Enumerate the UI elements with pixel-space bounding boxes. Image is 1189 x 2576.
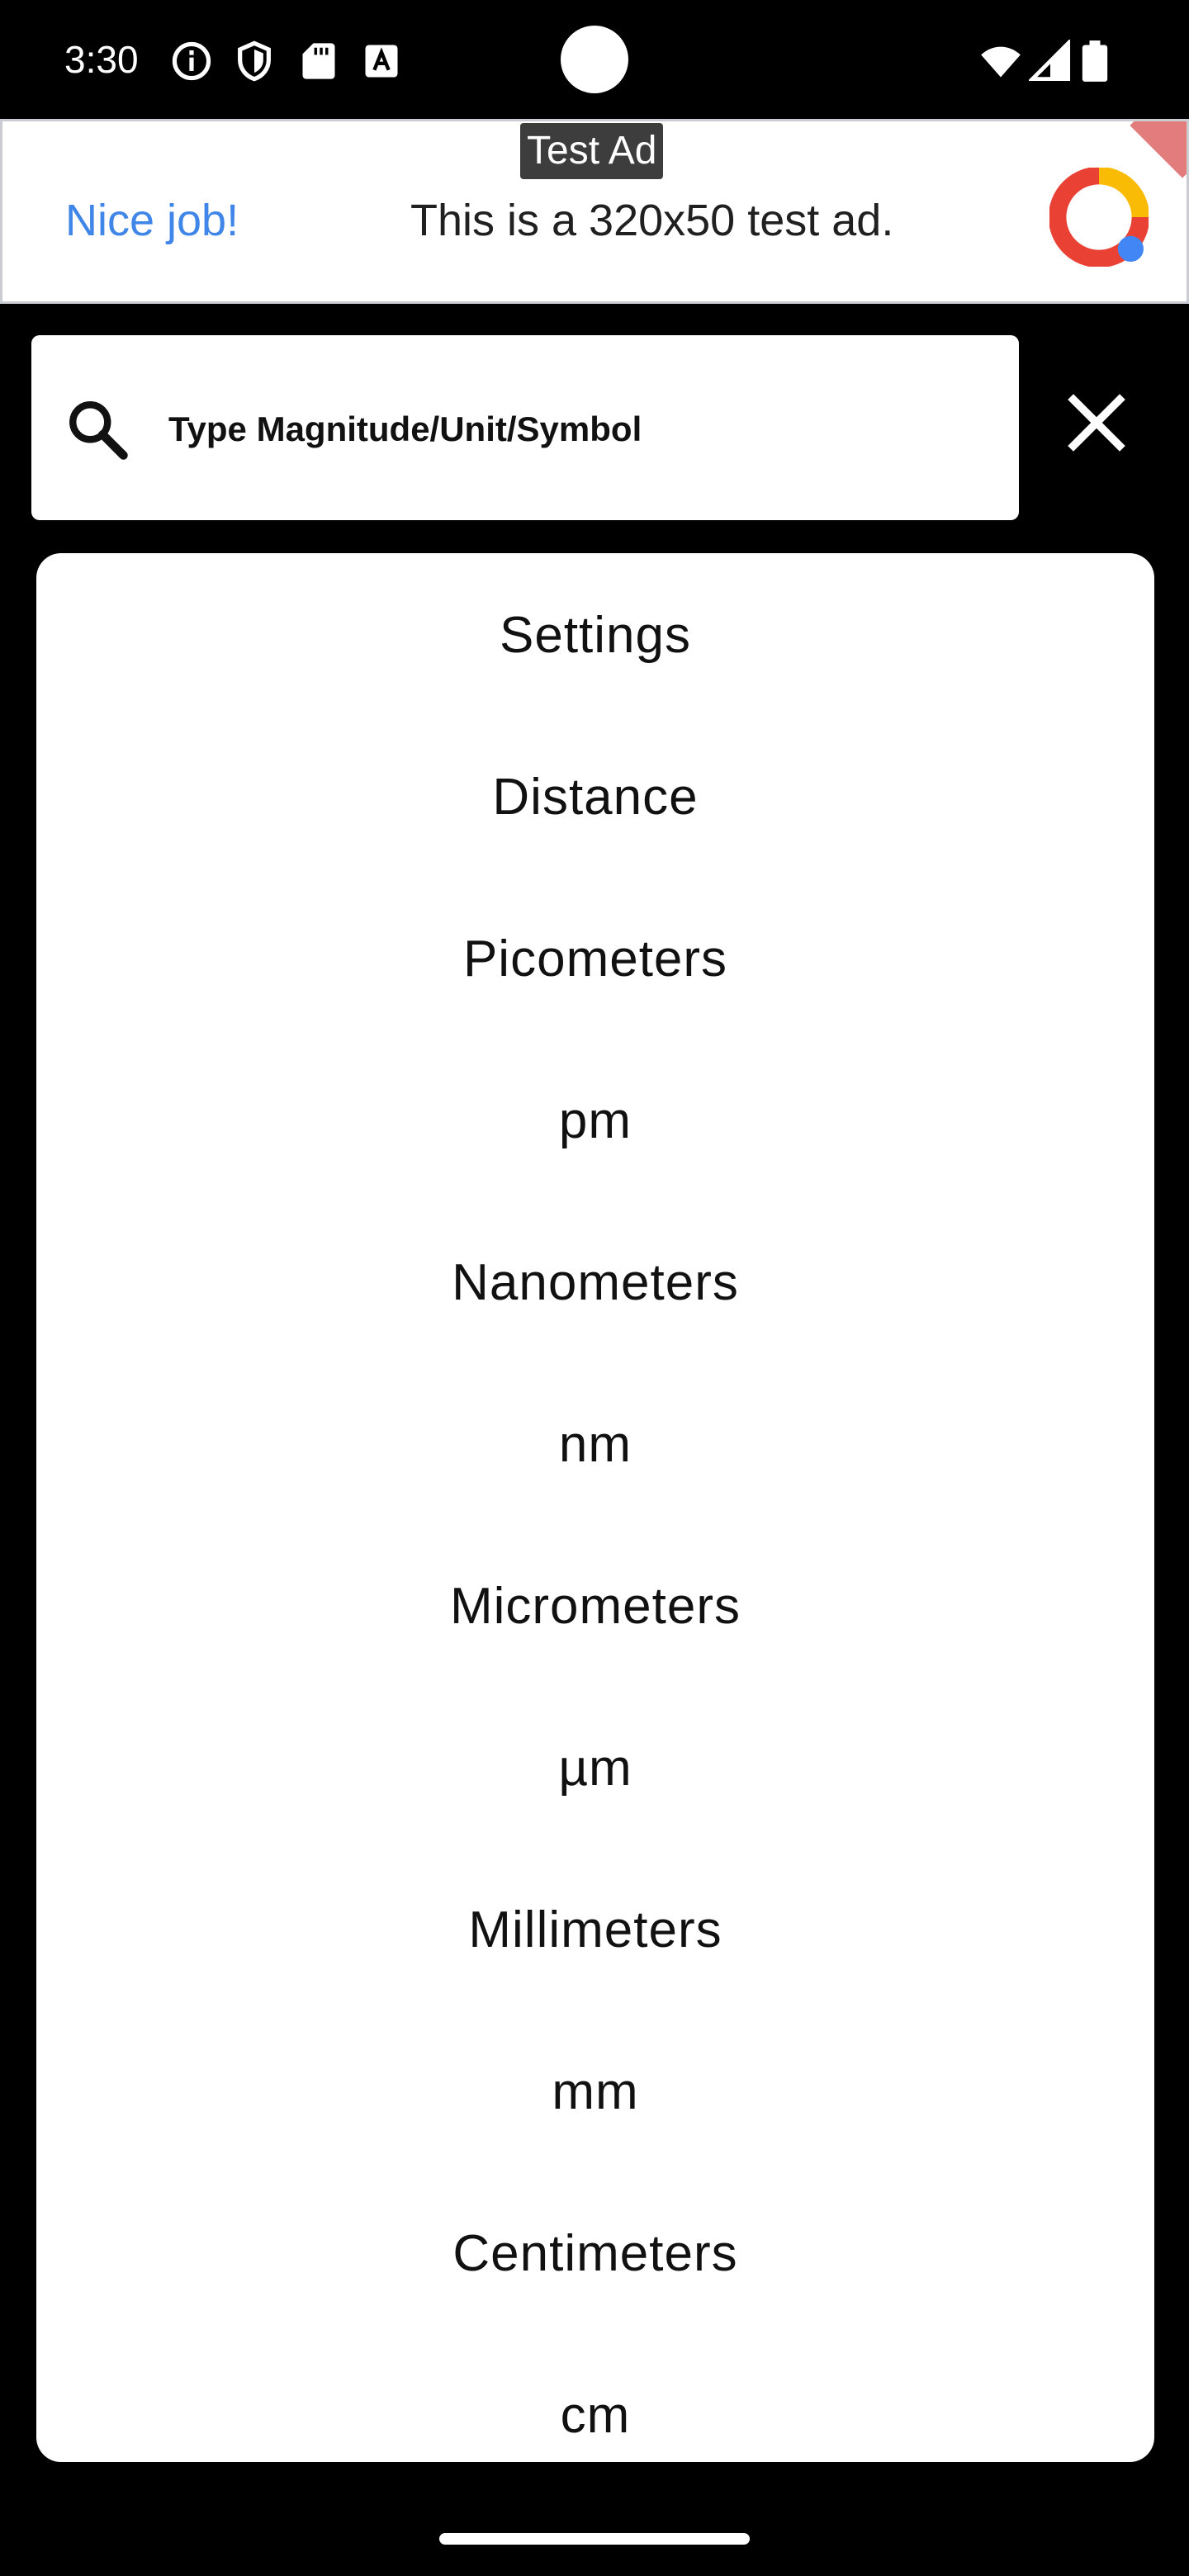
search-placeholder: Type Magnitude/Unit/Symbol (168, 410, 642, 448)
list-item-um[interactable]: µm (36, 1727, 1154, 1810)
ad-banner[interactable]: Test Ad Nice job! This is a 320x50 test … (0, 119, 1189, 304)
list-item-cm[interactable]: cm (36, 2375, 1154, 2457)
list-item-nanometers[interactable]: Nanometers (36, 1242, 1154, 1324)
home-indicator[interactable] (439, 2533, 750, 2545)
status-time: 3:30 (64, 38, 139, 81)
font-a-icon (360, 40, 403, 83)
list-item-micrometers[interactable]: Micrometers (36, 1565, 1154, 1648)
signal-icon (1029, 40, 1072, 83)
ad-logo-icon (1049, 168, 1149, 267)
list-item-nm[interactable]: nm (36, 1404, 1154, 1486)
search-icon (63, 395, 132, 464)
list-item-mm[interactable]: mm (36, 2051, 1154, 2133)
results-list[interactable]: Settings Distance Picometers pm Nanomete… (36, 553, 1154, 2462)
list-item-centimeters[interactable]: Centimeters (36, 2213, 1154, 2295)
ad-headline: Nice job! (65, 196, 239, 245)
list-item-millimeters[interactable]: Millimeters (36, 1889, 1154, 1972)
close-icon[interactable] (1057, 383, 1136, 462)
shield-icon (233, 40, 276, 83)
battery-icon (1078, 40, 1111, 83)
list-item-settings[interactable]: Settings (36, 594, 1154, 677)
camera-cutout (561, 26, 628, 93)
test-ad-badge: Test Ad (520, 123, 664, 179)
list-item-distance[interactable]: Distance (36, 756, 1154, 839)
sd-card-icon (297, 40, 340, 83)
status-bar: 3:30 (0, 0, 1189, 119)
ad-body-text: This is a 320x50 test ad. (410, 196, 894, 245)
info-icon (170, 40, 213, 83)
list-item-pm[interactable]: pm (36, 1080, 1154, 1163)
list-item-picometers[interactable]: Picometers (36, 918, 1154, 1001)
wifi-icon (978, 40, 1024, 83)
